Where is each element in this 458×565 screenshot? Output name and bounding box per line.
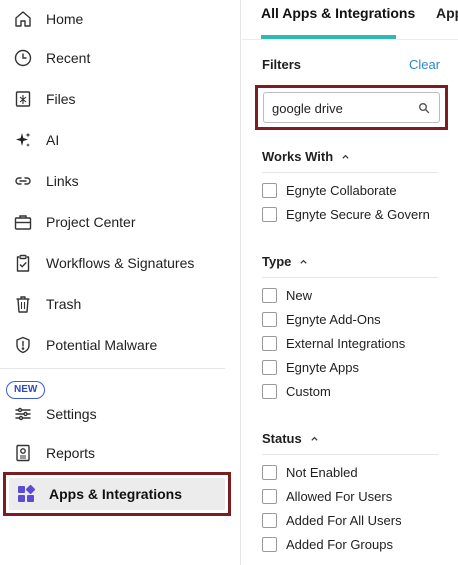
section-title: Status — [262, 431, 302, 446]
filter-option[interactable]: New — [262, 286, 312, 304]
sidebar-item-label: Workflows & Signatures — [46, 255, 195, 271]
active-tab-indicator — [261, 35, 396, 39]
checkbox[interactable] — [262, 311, 277, 327]
filter-option-label: Added For All Users — [286, 512, 402, 528]
chevron-up-icon — [311, 436, 318, 441]
section-title: Works With — [262, 149, 334, 164]
checkbox[interactable] — [262, 335, 277, 351]
section-divider — [262, 172, 438, 173]
filters-title: Filters — [262, 57, 302, 72]
sidebar-item-label: AI — [46, 132, 60, 148]
sidebar-divider — [0, 368, 225, 369]
sidebar-item-trash[interactable]: Trash — [0, 289, 235, 319]
sidebar: Home Recent Files AI Links Project Cente… — [0, 0, 241, 565]
filter-option[interactable]: Added For All Users — [262, 511, 402, 529]
link-icon — [12, 170, 34, 192]
checkbox[interactable] — [262, 464, 277, 480]
sidebar-item-project-center[interactable]: Project Center — [0, 207, 235, 237]
checkbox[interactable] — [262, 512, 277, 528]
search-input[interactable] — [272, 99, 412, 117]
clear-filters-link[interactable]: Clear — [409, 57, 440, 72]
home-icon — [12, 8, 34, 30]
checkbox[interactable] — [262, 287, 277, 303]
sidebar-item-settings[interactable]: Settings — [0, 399, 235, 429]
filter-option-label: Egnyte Collaborate — [286, 182, 397, 198]
active-item-background: Apps & Integrations — [9, 478, 225, 510]
sliders-icon — [12, 403, 34, 425]
reports-icon — [12, 442, 34, 464]
sidebar-item-recent[interactable]: Recent — [0, 43, 235, 73]
filter-option-label: Custom — [286, 383, 331, 399]
sidebar-item-links[interactable]: Links — [0, 166, 235, 196]
checkbox[interactable] — [262, 536, 277, 552]
clock-icon — [12, 47, 34, 69]
filter-option-label: Egnyte Apps — [286, 359, 359, 375]
sidebar-item-label: Links — [46, 173, 79, 189]
sidebar-item-label: Project Center — [46, 214, 136, 230]
sparkle-icon — [12, 129, 34, 151]
section-divider — [262, 454, 438, 455]
tab-apps[interactable]: App — [436, 5, 458, 21]
briefcase-icon — [12, 211, 34, 233]
section-title: Type — [262, 254, 292, 269]
sidebar-item-label: Trash — [46, 296, 82, 312]
sidebar-item-workflows[interactable]: Workflows & Signatures — [0, 248, 235, 278]
filter-option[interactable]: Allowed For Users — [262, 487, 392, 505]
chevron-up-icon — [300, 259, 308, 264]
section-header-works-with[interactable]: Works With — [262, 149, 350, 164]
apps-grid-icon — [15, 483, 37, 505]
filter-option-label: Egnyte Secure & Govern — [286, 206, 430, 222]
filter-option[interactable]: Egnyte Collaborate — [262, 181, 397, 199]
chevron-up-icon — [342, 154, 349, 159]
sidebar-item-label: Reports — [46, 445, 96, 461]
checkbox[interactable] — [262, 206, 277, 222]
new-badge: NEW — [6, 381, 46, 399]
filter-option-label: New — [286, 287, 313, 303]
sidebar-item-label: Settings — [46, 406, 97, 422]
sidebar-item-label: Home — [46, 11, 84, 27]
search-highlight — [255, 85, 448, 130]
section-divider — [262, 277, 438, 278]
tab-bar: All Apps & Integrations App — [242, 0, 458, 40]
filter-option-label: Allowed For Users — [286, 488, 393, 504]
sidebar-item-label: Files — [46, 91, 76, 107]
section-header-type[interactable]: Type — [262, 254, 308, 269]
filter-option[interactable]: External Integrations — [262, 334, 405, 352]
sidebar-item-label: Recent — [46, 50, 91, 66]
sidebar-item-apps-integrations[interactable]: Apps & Integrations — [3, 472, 231, 516]
checkbox[interactable] — [262, 182, 277, 198]
tab-all-apps-integrations[interactable]: All Apps & Integrations — [261, 5, 415, 21]
shield-alert-icon — [12, 334, 34, 356]
trash-icon — [12, 293, 34, 315]
filter-option[interactable]: Egnyte Add-Ons — [262, 310, 381, 328]
sidebar-item-reports[interactable]: Reports — [0, 438, 235, 468]
sidebar-item-potential-malware[interactable]: Potential Malware — [0, 330, 235, 360]
sidebar-item-home[interactable]: Home — [0, 4, 235, 34]
sidebar-item-label: Apps & Integrations — [49, 486, 183, 502]
sidebar-item-label: Potential Malware — [46, 337, 158, 353]
filter-option-label: Egnyte Add-Ons — [286, 311, 381, 327]
sidebar-item-files[interactable]: Files — [0, 84, 235, 114]
filter-option-label: Added For Groups — [286, 536, 393, 552]
filter-option[interactable]: Added For Groups — [262, 535, 393, 553]
filter-option[interactable]: Custom — [262, 382, 331, 400]
files-icon — [12, 88, 34, 110]
filter-option-label: External Integrations — [286, 335, 406, 351]
search-box — [263, 92, 440, 123]
filter-option[interactable]: Egnyte Apps — [262, 358, 359, 376]
filter-option-label: Not Enabled — [286, 464, 358, 480]
checkbox[interactable] — [262, 359, 277, 375]
sidebar-item-ai[interactable]: AI — [0, 125, 235, 155]
checkbox[interactable] — [262, 488, 277, 504]
section-header-status[interactable]: Status — [262, 431, 319, 446]
filter-option[interactable]: Egnyte Secure & Govern — [262, 205, 430, 223]
filter-option[interactable]: Not Enabled — [262, 463, 358, 481]
filters-panel: All Apps & Integrations App Filters Clea… — [242, 0, 458, 565]
clipboard-check-icon — [12, 252, 34, 274]
checkbox[interactable] — [262, 383, 277, 399]
search-icon[interactable] — [418, 102, 430, 114]
